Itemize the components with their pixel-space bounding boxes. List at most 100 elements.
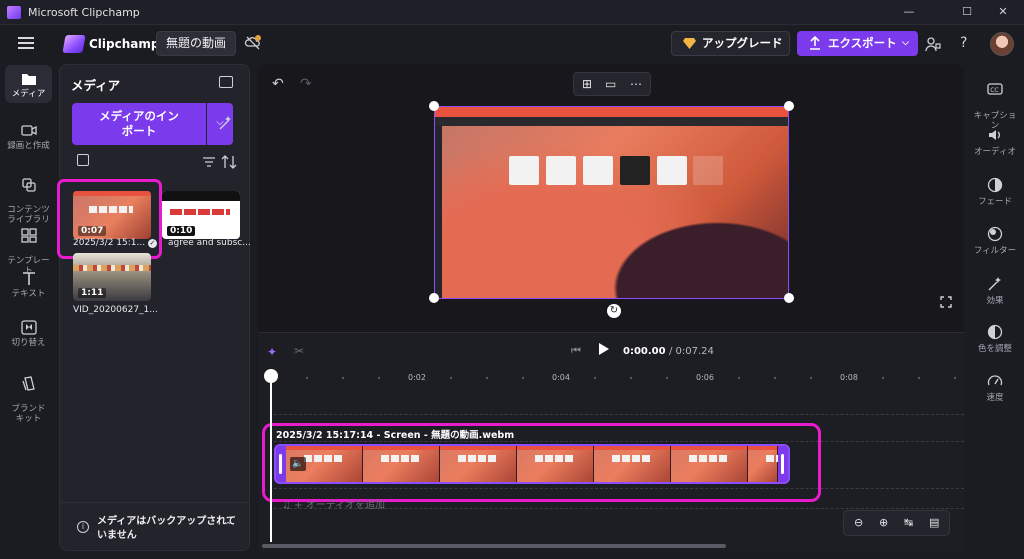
horizontal-scrollbar[interactable]: [262, 544, 726, 548]
clipchamp-app-icon: [7, 6, 21, 19]
ruler-tick: [306, 377, 308, 379]
rightbar-item-label: フェード: [977, 197, 1012, 207]
ruler-label: 0:04: [552, 373, 570, 382]
window-titlebar: Microsoft Clipchamp — ☐ ✕: [0, 0, 1024, 25]
crop-icon[interactable]: ⊞: [582, 77, 592, 91]
split-scissors-icon[interactable]: ✂: [294, 344, 304, 358]
resize-handle[interactable]: [429, 293, 439, 303]
playhead[interactable]: [270, 369, 272, 542]
upload-icon: [810, 36, 820, 50]
magic-wand-icon[interactable]: [218, 115, 232, 131]
ruler-tick: [666, 377, 668, 379]
select-all-checkbox[interactable]: [77, 154, 89, 166]
rightbar-item-audio[interactable]: オーディオ: [966, 127, 1024, 157]
avatar[interactable]: [990, 32, 1014, 56]
ruler-tick: [630, 377, 632, 379]
left-sidebar: メディア 録画と作成 コンテンツ ライブラリ テンプレー ト テキスト 切り替え…: [0, 63, 58, 559]
ruler-label: 0:08: [840, 373, 858, 382]
share-people-icon[interactable]: [925, 36, 941, 52]
ruler-label: 0:02: [408, 373, 426, 382]
more-icon[interactable]: ⋯: [630, 77, 642, 91]
window-title: Microsoft Clipchamp: [28, 6, 140, 19]
rightbar-item-label: 速度: [986, 393, 1004, 403]
ai-sparkle-icon[interactable]: ✦: [267, 345, 277, 359]
ruler-tick: [594, 377, 596, 379]
clipchamp-logo: [62, 35, 86, 53]
panel-title: メディア: [71, 78, 121, 93]
timeline: ✦ ✂ ⏮ 0:00.00 / 0:07.24 0:02 0:04 0:06 0…: [258, 332, 964, 551]
sidebar-item-transitions[interactable]: 切り替え: [5, 320, 52, 348]
collapse-panel-icon[interactable]: [219, 76, 233, 88]
sidebar-item-text[interactable]: テキスト: [5, 271, 52, 299]
sidebar-item-media[interactable]: メディア: [5, 65, 52, 103]
rightbar-item-captions[interactable]: CC キャプショ ン: [966, 71, 1024, 131]
rightbar-item-label: オーディオ: [974, 147, 1016, 157]
svg-text:CC: CC: [990, 87, 998, 94]
minimize-button[interactable]: —: [886, 2, 932, 22]
export-button[interactable]: エクスポート ⌵: [797, 31, 918, 56]
ruler-tick: [918, 377, 920, 379]
resize-handle[interactable]: [784, 293, 794, 303]
sidebar-item-record[interactable]: 録画と作成: [5, 123, 52, 151]
skip-back-icon[interactable]: ⏮: [571, 344, 581, 358]
effects-icon: [988, 277, 1001, 291]
media-thumbnail[interactable]: 0:10: [162, 191, 240, 239]
fit-icon[interactable]: ▭: [605, 77, 616, 91]
sidebar-item-label: メディア: [11, 89, 46, 99]
rightbar-item-fade[interactable]: フェード: [966, 177, 1024, 207]
video-frame-content: [583, 156, 613, 185]
rightbar-item-speed[interactable]: 速度: [966, 373, 1024, 403]
rightbar-item-color-adjust[interactable]: 色を調整: [966, 324, 1024, 354]
sort-icon[interactable]: [221, 155, 237, 169]
resize-handle[interactable]: [784, 101, 794, 111]
ruler-tick: [486, 377, 488, 379]
zoom-in-icon[interactable]: ⊕: [879, 516, 888, 529]
help-icon[interactable]: ?: [960, 35, 967, 51]
sidebar-item-brand-kit[interactable]: ブランド キット: [5, 366, 52, 424]
rotate-icon[interactable]: ↻: [607, 304, 621, 318]
upgrade-button[interactable]: アップグレード: [671, 31, 790, 56]
filter-icon[interactable]: [203, 157, 215, 167]
ruler-tick: [954, 377, 956, 379]
right-sidebar: CC キャプショ ン オーディオ フェード フィルター 効果 色を調整 速度: [966, 63, 1024, 559]
export-label: エクスポート: [828, 36, 897, 50]
redo-icon[interactable]: ↷: [300, 76, 312, 92]
resize-handle[interactable]: [429, 101, 439, 111]
duration-badge: 1:11: [78, 288, 107, 298]
sidebar-item-templates[interactable]: テンプレー ト: [5, 218, 52, 276]
rightbar-item-filters[interactable]: フィルター: [966, 226, 1024, 256]
project-name-field[interactable]: 無題の動画: [156, 31, 237, 56]
fullscreen-icon[interactable]: [940, 296, 952, 308]
menu-icon[interactable]: [18, 37, 34, 49]
import-media-button[interactable]: メディアのイン ポート: [72, 103, 206, 145]
camera-icon: [20, 125, 37, 136]
rightbar-item-effects[interactable]: 効果: [966, 276, 1024, 306]
ruler-tick: [774, 377, 776, 379]
timeline-view-icon[interactable]: ▤: [929, 516, 939, 529]
brand-name: Clipchamp: [89, 37, 160, 51]
ruler-tick: [810, 377, 812, 379]
video-frame-content: [435, 107, 788, 117]
cloud-sync-off-icon[interactable]: [244, 34, 262, 52]
video-frame-content: [509, 156, 539, 185]
sidebar-item-label: テキスト: [11, 289, 46, 299]
add-audio-track[interactable]: ♫ + オーディオを追加: [282, 496, 385, 511]
track-separator: [274, 414, 964, 415]
media-thumbnail[interactable]: 1:11: [73, 253, 151, 301]
fit-timeline-icon[interactable]: ↹: [904, 516, 913, 529]
sidebar-item-content-library[interactable]: コンテンツ ライブラリ: [5, 167, 52, 225]
speed-icon: [987, 375, 1003, 386]
backup-notice[interactable]: i メディアはバックアップされて いません ⌃: [60, 502, 249, 550]
brand-kit-icon: [21, 376, 35, 391]
video-frame-content: [620, 156, 650, 185]
rightbar-item-label: 色を調整: [977, 344, 1012, 354]
close-button[interactable]: ✕: [980, 2, 1024, 22]
undo-icon[interactable]: ↶: [272, 76, 284, 92]
play-icon[interactable]: [599, 343, 609, 355]
video-canvas[interactable]: [434, 106, 789, 299]
zoom-out-icon[interactable]: ⊖: [854, 516, 863, 529]
folder-icon: [21, 74, 36, 85]
current-time: 0:00.00: [623, 346, 666, 357]
sidebar-item-label: 録画と作成: [7, 141, 50, 151]
playhead-handle[interactable]: [264, 369, 278, 383]
